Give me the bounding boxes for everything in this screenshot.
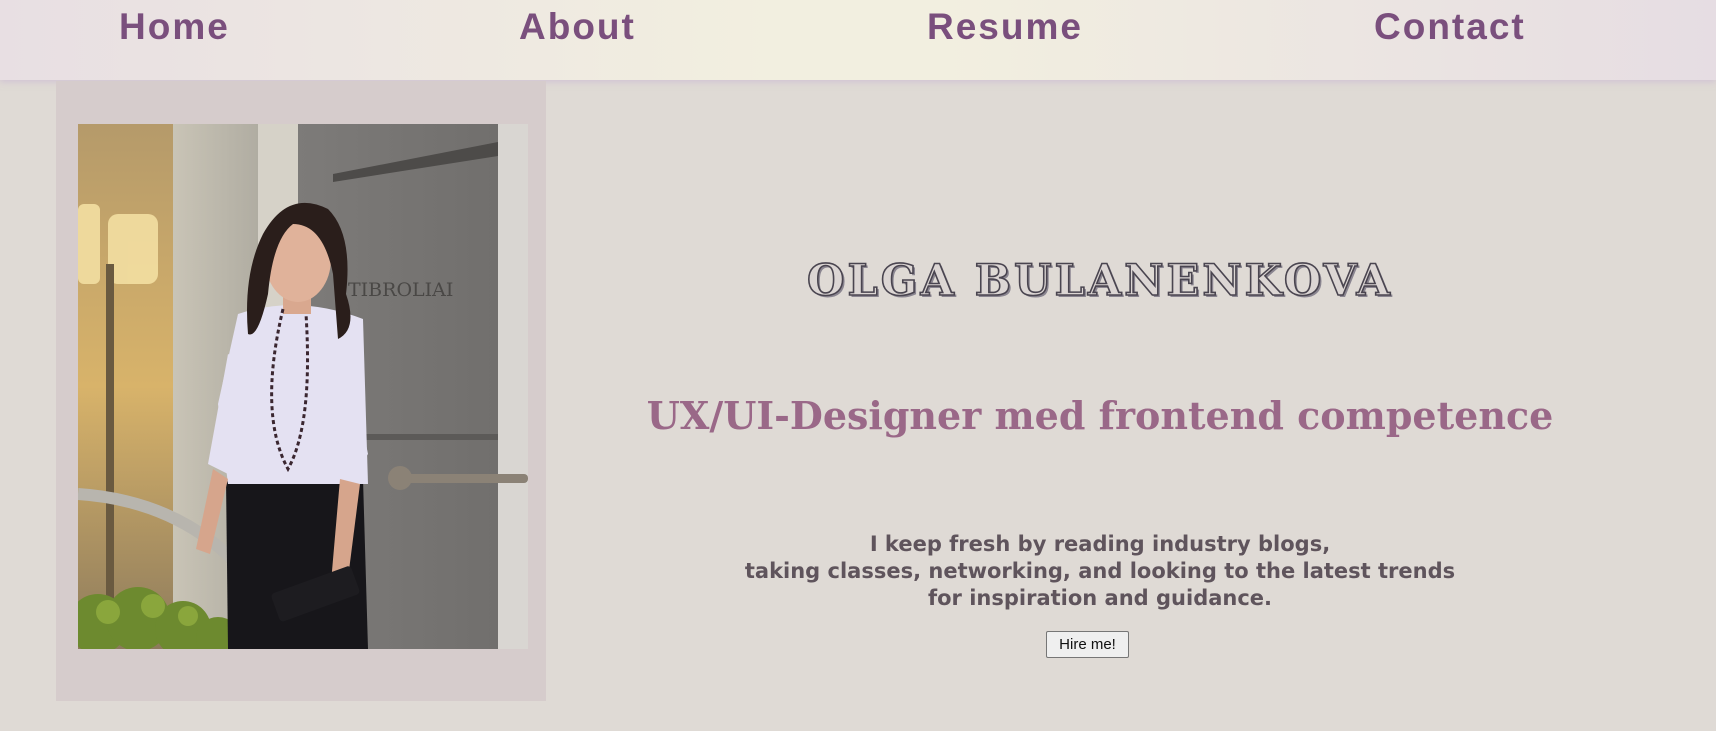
page-title: OLGA BULANENKOVA (806, 255, 1393, 307)
intro-line: I keep fresh by reading industry blogs, (869, 532, 1331, 556)
nav-contact-link[interactable]: Contact (1374, 4, 1526, 50)
job-title: UX/UI-Designer med frontend competence (646, 393, 1554, 438)
intro-paragraph: I keep fresh by reading industry blogs, … (600, 531, 1600, 612)
intro-line: for inspiration and guidance. (927, 586, 1273, 610)
intro-line: taking classes, networking, and looking … (744, 559, 1456, 583)
nav-about-link[interactable]: About (519, 4, 636, 50)
nav-home-link[interactable]: Home (119, 4, 230, 50)
photo-panel: TIBROLIAI (56, 81, 546, 701)
top-navbar: Home About Resume Contact (0, 0, 1716, 80)
wall-sign-text: TIBROLIAI (348, 279, 453, 301)
profile-photo: TIBROLIAI (78, 124, 528, 649)
hire-me-button[interactable]: Hire me! (1046, 631, 1129, 658)
nav-resume-link[interactable]: Resume (927, 4, 1083, 50)
